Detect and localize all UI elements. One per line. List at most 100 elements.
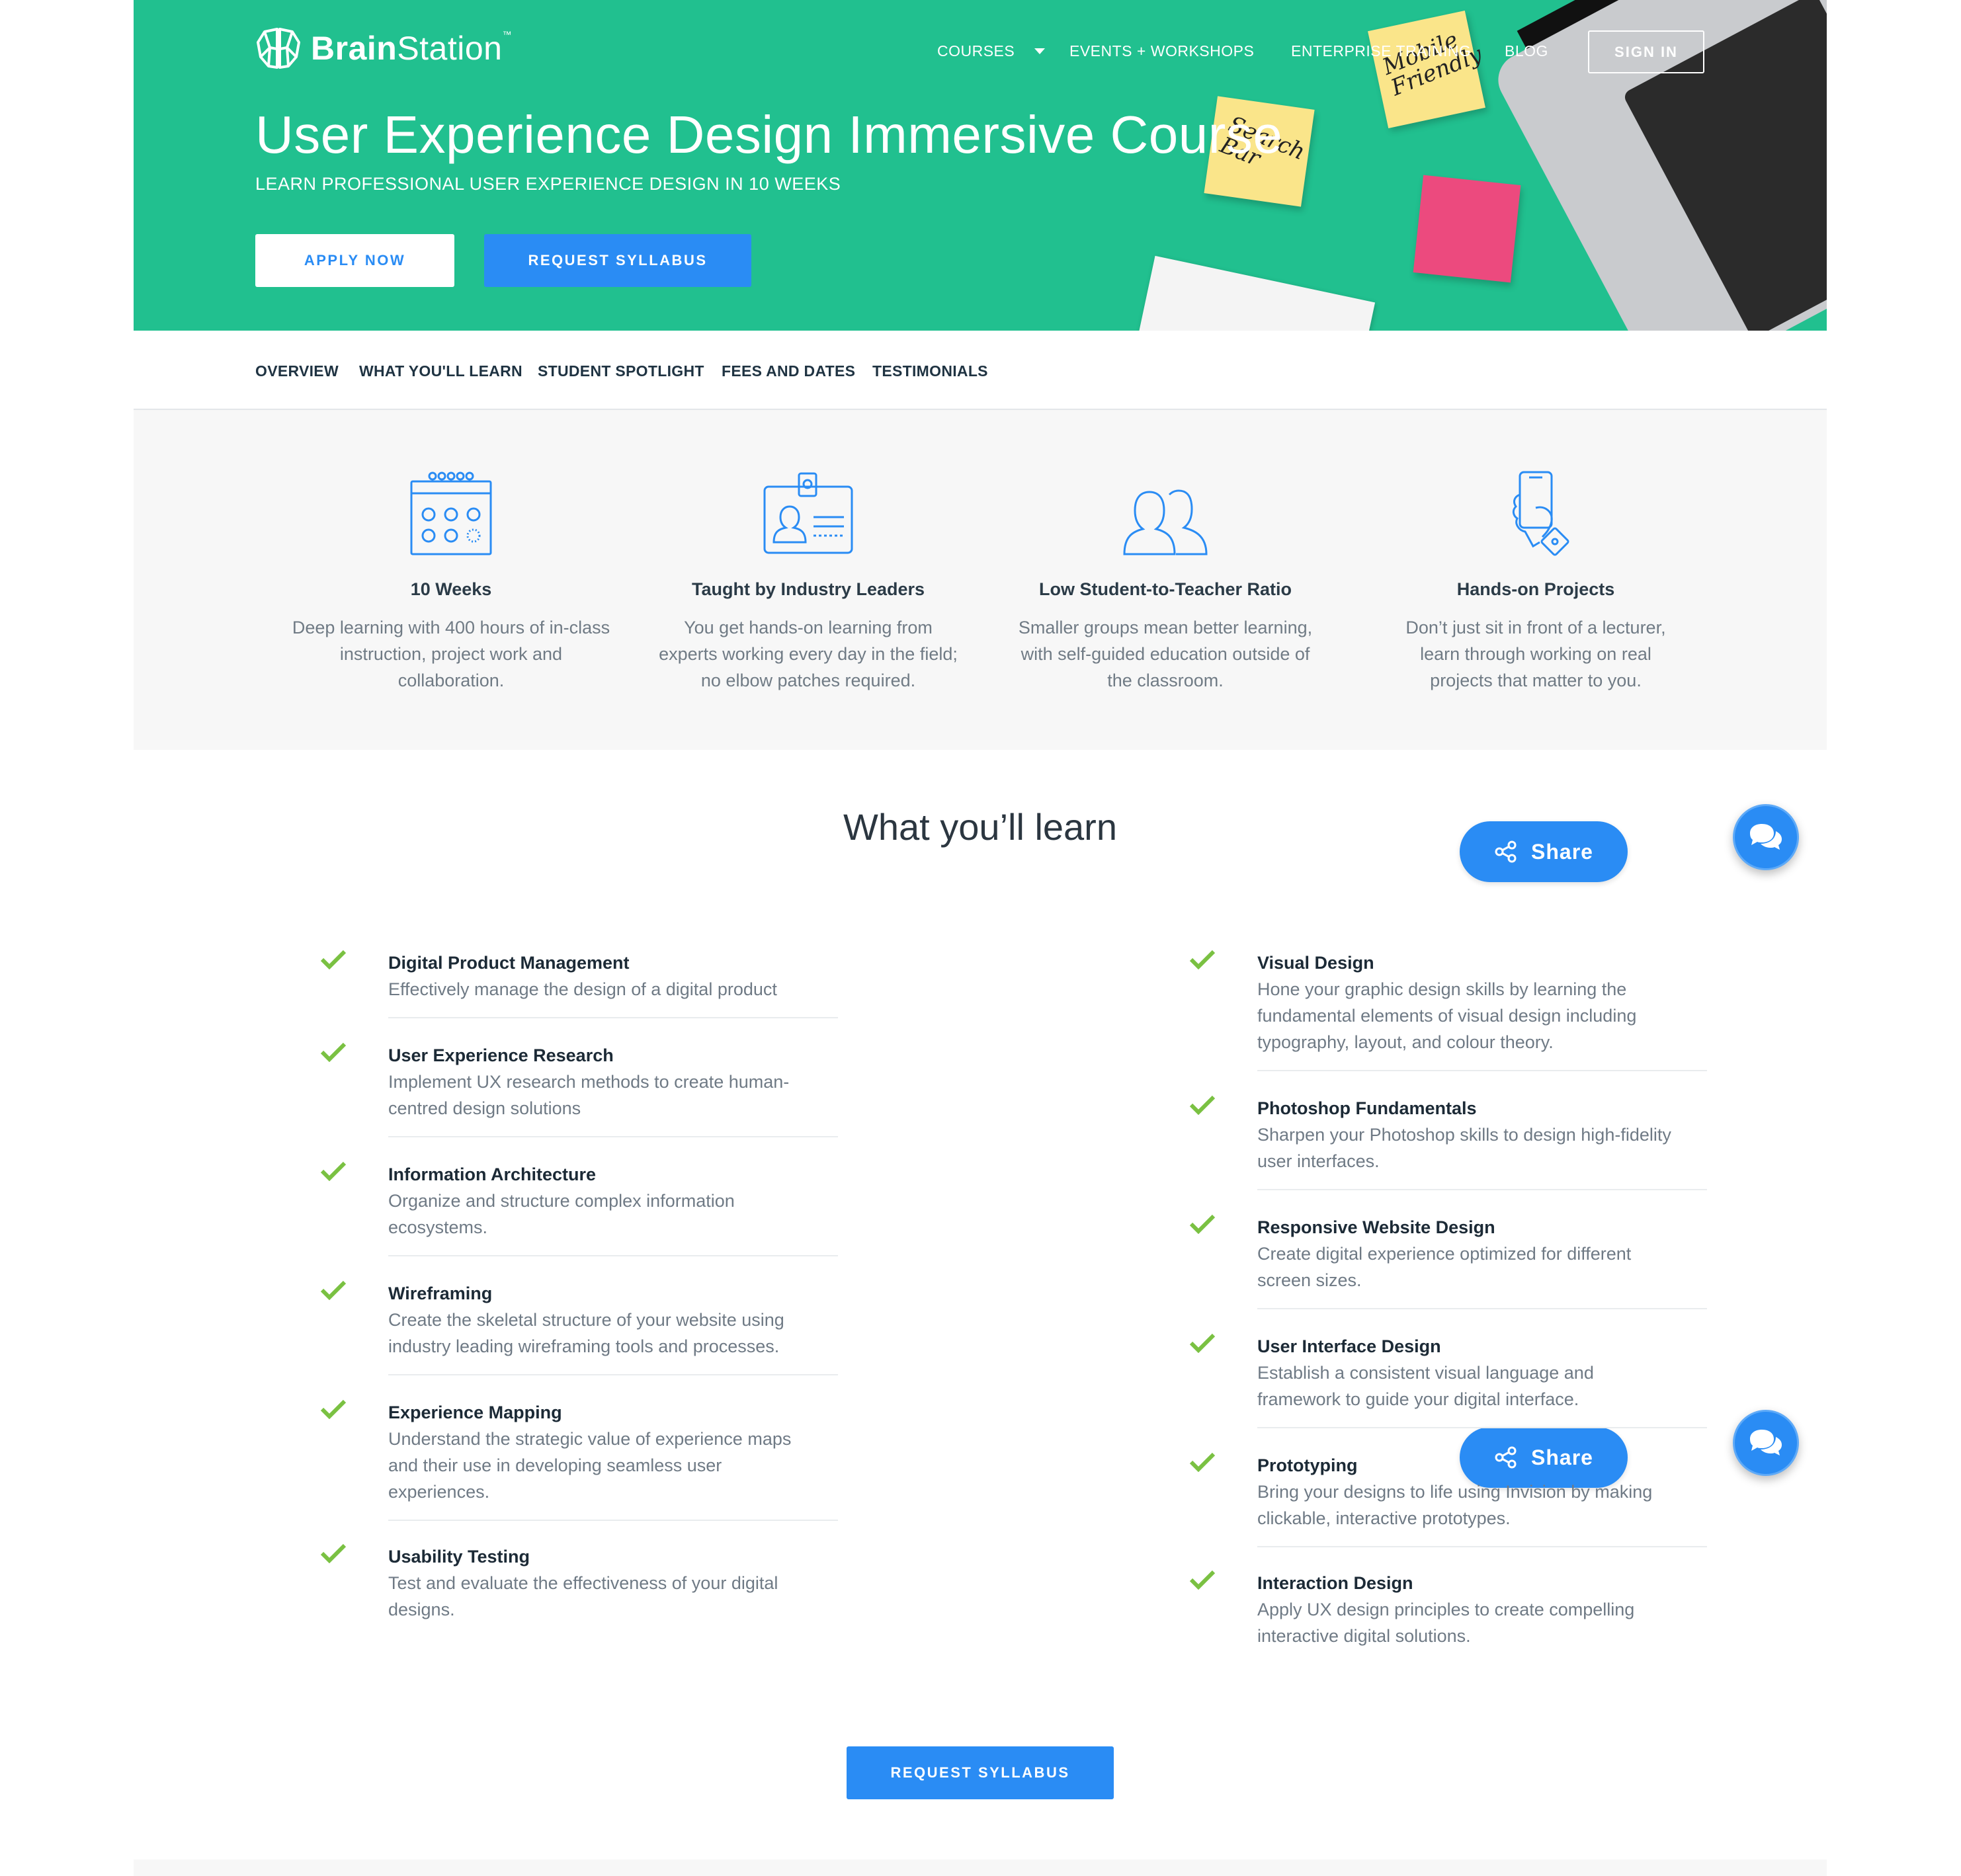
brainstation-logo[interactable]: BrainStation™ [255, 25, 512, 71]
chat-bubbles-icon [1750, 824, 1782, 850]
learn-item-description: Understand the strategic value of experi… [388, 1429, 792, 1449]
learn-item-title: Responsive Website Design [1257, 1217, 1495, 1237]
people-icon [1123, 489, 1208, 555]
page-subtitle: LEARN PROFESSIONAL USER EXPERIENCE DESIG… [255, 174, 841, 194]
tab-fees-and-dates[interactable]: FEES AND DATES [722, 362, 855, 380]
learn-item-text: Experience Mapping Understand the strateg… [388, 1399, 838, 1521]
learn-item-description: typography, layout, and colour theory. [1257, 1032, 1554, 1052]
nav-enterprise-training[interactable]: ENTERPRISE TRAINING [1291, 42, 1471, 60]
share-icon [1495, 840, 1517, 863]
checkmark-icon [1189, 1214, 1216, 1234]
checkmark-icon [320, 1042, 347, 1062]
feature-description: Smaller groups mean better learning, with… [1018, 618, 1313, 690]
learn-item-description: designs. [388, 1600, 455, 1619]
tab-what-youll-learn[interactable]: WHAT YOU'LL LEARN [359, 362, 522, 380]
request-syllabus-button[interactable]: REQUEST SYLLABUS [484, 234, 751, 287]
learn-item-title: Prototyping [1257, 1455, 1358, 1475]
tab-testimonials[interactable]: TESTIMONIALS [872, 362, 988, 380]
share-label: Share [1531, 839, 1593, 864]
learn-item-title: Visual Design [1257, 953, 1374, 973]
id-badge-icon [763, 472, 853, 554]
learn-item-description: Establish a consistent visual language a… [1257, 1363, 1594, 1383]
feature-title: Hands-on Projects [1456, 579, 1615, 599]
learn-item-text: Prototyping Bring your designs to life us… [1257, 1452, 1707, 1547]
notepaper-image [1127, 255, 1376, 331]
learn-item-text: Responsive Website Design Create digital … [1257, 1214, 1707, 1309]
feature-title: Taught by Industry Leaders [691, 579, 925, 599]
hero-banner: Mobile Friendly Search Bar BrainStation™… [134, 0, 1827, 331]
learn-item-title: User Interface Design [1257, 1336, 1441, 1356]
learn-item-text: Interaction Design Apply UX design princi… [1257, 1570, 1707, 1664]
learn-item-description: Hone your graphic design skills by learn… [1257, 979, 1627, 999]
chevron-down-icon [1034, 48, 1046, 54]
learn-item-description: ecosystems. [388, 1217, 488, 1237]
checkmark-icon [1189, 1570, 1216, 1590]
learn-item-title: Wireframing [388, 1284, 493, 1303]
checkmark-icon [1189, 1333, 1216, 1353]
request-syllabus-bottom-button[interactable]: REQUEST SYLLABUS [847, 1746, 1114, 1799]
learn-item-text: User Interface Design Establish a consist… [1257, 1333, 1707, 1428]
learn-item-description: Effectively manage the design of a digit… [388, 979, 777, 999]
nav-courses[interactable]: COURSES [937, 42, 1046, 60]
chat-button[interactable] [1733, 804, 1799, 870]
sign-in-button[interactable]: SIGN IN [1588, 30, 1704, 73]
chat-button[interactable] [1733, 1410, 1799, 1476]
checkmark-icon [320, 1543, 347, 1563]
next-section-edge [134, 1859, 1827, 1876]
logo-wordmark: BrainStation™ [311, 29, 512, 67]
checkmark-icon [320, 950, 347, 969]
nav-events-workshops[interactable]: EVENTS + WORKSHOPS [1069, 42, 1254, 60]
brain-logo-icon [257, 28, 300, 69]
sticky-note-pink [1413, 175, 1521, 283]
learn-item-title: Digital Product Management [388, 953, 630, 973]
learn-item-description: Apply UX design principles to create com… [1257, 1600, 1635, 1619]
sticky-note-mobile-friendly: Mobile Friendly [1368, 11, 1486, 128]
learn-item-text: Usability Testing Test and evaluate the e… [388, 1543, 838, 1637]
learn-item-description: Create the skeletal structure of your we… [388, 1310, 784, 1330]
learn-item-description: Organize and structure complex informati… [388, 1191, 735, 1211]
learn-item-description: Sharpen your Photoshop skills to design … [1257, 1125, 1671, 1145]
learn-item-description: and their use in developing seamless use… [388, 1455, 722, 1475]
hand-phone-icon [1512, 471, 1569, 556]
feature-title: 10 Weeks [410, 579, 492, 599]
learn-item-description: Implement UX research methods to create … [388, 1072, 790, 1092]
learn-item-title: Interaction Design [1257, 1573, 1413, 1593]
learn-item-description: framework to guide your digital interfac… [1257, 1389, 1579, 1409]
learn-item-description: user interfaces. [1257, 1151, 1380, 1171]
learn-item-description: Create digital experience optimized for … [1257, 1244, 1632, 1264]
apply-now-button[interactable]: APPLY NOW [255, 234, 454, 287]
chat-bubbles-icon [1750, 1430, 1782, 1455]
learn-item-description: fundamental elements of visual design in… [1257, 1006, 1637, 1026]
checkmark-icon [1189, 1095, 1216, 1115]
features-section: 10 Weeks Deep learning with 400 hours of… [134, 410, 1827, 750]
checkmark-icon [1189, 950, 1216, 969]
checkmark-icon [1189, 1452, 1216, 1472]
learn-item-description: experiences. [388, 1482, 490, 1502]
learn-item-title: Information Architecture [388, 1164, 597, 1184]
feature-10-weeks: 10 Weeks Deep learning with 400 hours of… [266, 468, 636, 694]
learn-item-description: industry leading wireframing tools and p… [388, 1336, 780, 1356]
learn-item-text: Information Architecture Organize and str… [388, 1161, 838, 1256]
learn-item-text: Photoshop Fundamentals Sharpen your Photo… [1257, 1095, 1707, 1190]
learn-item-title: Usability Testing [388, 1547, 530, 1567]
sticky-note-text: Mobile Friendly [1378, 26, 1486, 102]
calendar-icon [410, 471, 492, 555]
checkmark-icon [320, 1280, 347, 1300]
nav-blog[interactable]: BLOG [1505, 42, 1548, 60]
learn-item-description: interactive digital solutions. [1257, 1626, 1471, 1646]
checkmark-icon [320, 1399, 347, 1419]
share-button[interactable]: Share [1460, 821, 1628, 882]
learn-item-description: centred design solutions [388, 1098, 581, 1118]
learn-item-title: Photoshop Fundamentals [1257, 1098, 1477, 1118]
learn-item-text: Digital Product Management Effectively ma… [388, 950, 838, 1018]
learn-item-description: screen sizes. [1257, 1270, 1362, 1290]
nav-courses-label: COURSES [937, 42, 1015, 60]
tab-student-spotlight[interactable]: STUDENT SPOTLIGHT [538, 362, 704, 380]
feature-title: Low Student-to-Teacher Ratio [1039, 579, 1292, 599]
learn-item-title: User Experience Research [388, 1045, 614, 1065]
feature-student-teacher-ratio: Low Student-to-Teacher Ratio Smaller gro… [1000, 468, 1331, 694]
learn-item-title: Experience Mapping [388, 1403, 562, 1422]
page-title: User Experience Design Immersive Course [255, 105, 1283, 164]
learn-item-text: User Experience Research Implement UX res… [388, 1042, 838, 1137]
tab-overview[interactable]: OVERVIEW [255, 362, 339, 380]
